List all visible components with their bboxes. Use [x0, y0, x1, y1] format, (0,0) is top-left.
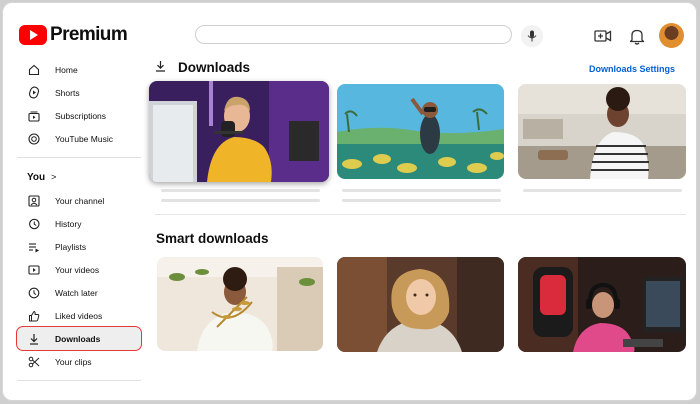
sidebar-item-label: Your channel: [55, 195, 105, 206]
sidebar-divider: [17, 157, 141, 158]
video-meta-placeholder: [342, 199, 501, 202]
section-divider: [155, 214, 686, 215]
youtube-play-icon: [19, 25, 47, 45]
page-title: Downloads: [178, 60, 251, 75]
brand-label: Premium: [50, 24, 128, 45]
youtube-premium-logo[interactable]: Premium: [19, 24, 128, 46]
microphone-icon[interactable]: [521, 25, 543, 47]
sidebar-item-playlists[interactable]: Playlists: [17, 235, 141, 258]
you-label: You: [27, 171, 46, 183]
liked-icon: [27, 309, 41, 323]
notifications-bell-icon[interactable]: [626, 25, 648, 47]
account-avatar[interactable]: [659, 23, 684, 48]
sidebar: Home Shorts Subscriptions YouTube Music …: [16, 58, 142, 388]
sidebar-item-label: Your clips: [55, 356, 92, 367]
sidebar-item-your-clips[interactable]: Your clips: [17, 350, 141, 373]
sidebar-item-label: History: [55, 218, 82, 229]
sidebar-item-label: Subscriptions: [55, 110, 107, 121]
smart-downloads-heading: Smart downloads: [156, 231, 269, 246]
sidebar-item-label: Playlists: [55, 241, 87, 252]
subscriptions-icon: [27, 109, 41, 123]
video-meta-placeholder: [161, 199, 320, 202]
watch-later-icon: [27, 286, 41, 300]
downloads-settings-link[interactable]: Downloads Settings: [589, 64, 675, 74]
sidebar-divider: [17, 380, 141, 381]
video-thumbnail-gamer[interactable]: [518, 257, 686, 352]
sidebar-item-your-videos[interactable]: Your videos: [17, 258, 141, 281]
sidebar-item-youtube-music[interactable]: YouTube Music: [17, 127, 141, 150]
video-thumbnail-podcaster[interactable]: [149, 81, 329, 182]
sidebar-item-label: Watch later: [55, 287, 98, 298]
sidebar-item-downloads[interactable]: Downloads: [16, 326, 142, 351]
videos-icon: [27, 263, 41, 277]
download-icon: [155, 60, 166, 75]
section-title: Smart downloads: [156, 231, 269, 246]
video-thumbnail-plants[interactable]: [157, 257, 323, 351]
downloads-heading: Downloads: [155, 60, 250, 75]
sidebar-item-label: Liked videos: [55, 310, 103, 321]
history-icon: [27, 217, 41, 231]
video-thumbnail-underwater[interactable]: [337, 84, 504, 179]
playlists-icon: [27, 240, 41, 254]
sidebar-item-watch-later[interactable]: Watch later: [17, 281, 141, 304]
home-icon: [27, 63, 41, 77]
download-icon: [27, 332, 41, 346]
scissors-icon: [27, 355, 41, 369]
sidebar-item-home[interactable]: Home: [17, 58, 141, 81]
sidebar-item-shorts[interactable]: Shorts: [17, 81, 141, 104]
sidebar-item-label: Home: [55, 64, 78, 75]
sidebar-you-heading[interactable]: You >: [17, 165, 141, 189]
video-title-placeholder: [161, 189, 320, 192]
sidebar-item-liked-videos[interactable]: Liked videos: [17, 304, 141, 327]
shorts-icon: [27, 86, 41, 100]
sidebar-item-label: Downloads: [55, 333, 101, 344]
sidebar-you-section: Your channel History Playlists Your vide…: [16, 189, 142, 373]
app-window: Premium Home Shorts Subscriptions YouTub…: [2, 2, 697, 401]
sidebar-item-label: Shorts: [55, 87, 80, 98]
chevron-right-icon: >: [51, 172, 57, 182]
video-title-placeholder: [523, 189, 682, 192]
create-video-icon[interactable]: [592, 25, 614, 47]
search-input[interactable]: [195, 25, 512, 44]
sidebar-item-history[interactable]: History: [17, 212, 141, 235]
sidebar-main-section: Home Shorts Subscriptions YouTube Music: [17, 58, 141, 150]
video-thumbnail-portrait[interactable]: [337, 257, 504, 352]
sidebar-item-label: Your videos: [55, 264, 100, 275]
sidebar-item-subscriptions[interactable]: Subscriptions: [17, 104, 141, 127]
sidebar-item-label: YouTube Music: [55, 133, 113, 144]
music-icon: [27, 132, 41, 146]
video-title-placeholder: [342, 189, 501, 192]
channel-icon: [27, 194, 41, 208]
sidebar-item-your-channel[interactable]: Your channel: [17, 189, 141, 212]
video-thumbnail-kitchen[interactable]: [518, 84, 686, 179]
